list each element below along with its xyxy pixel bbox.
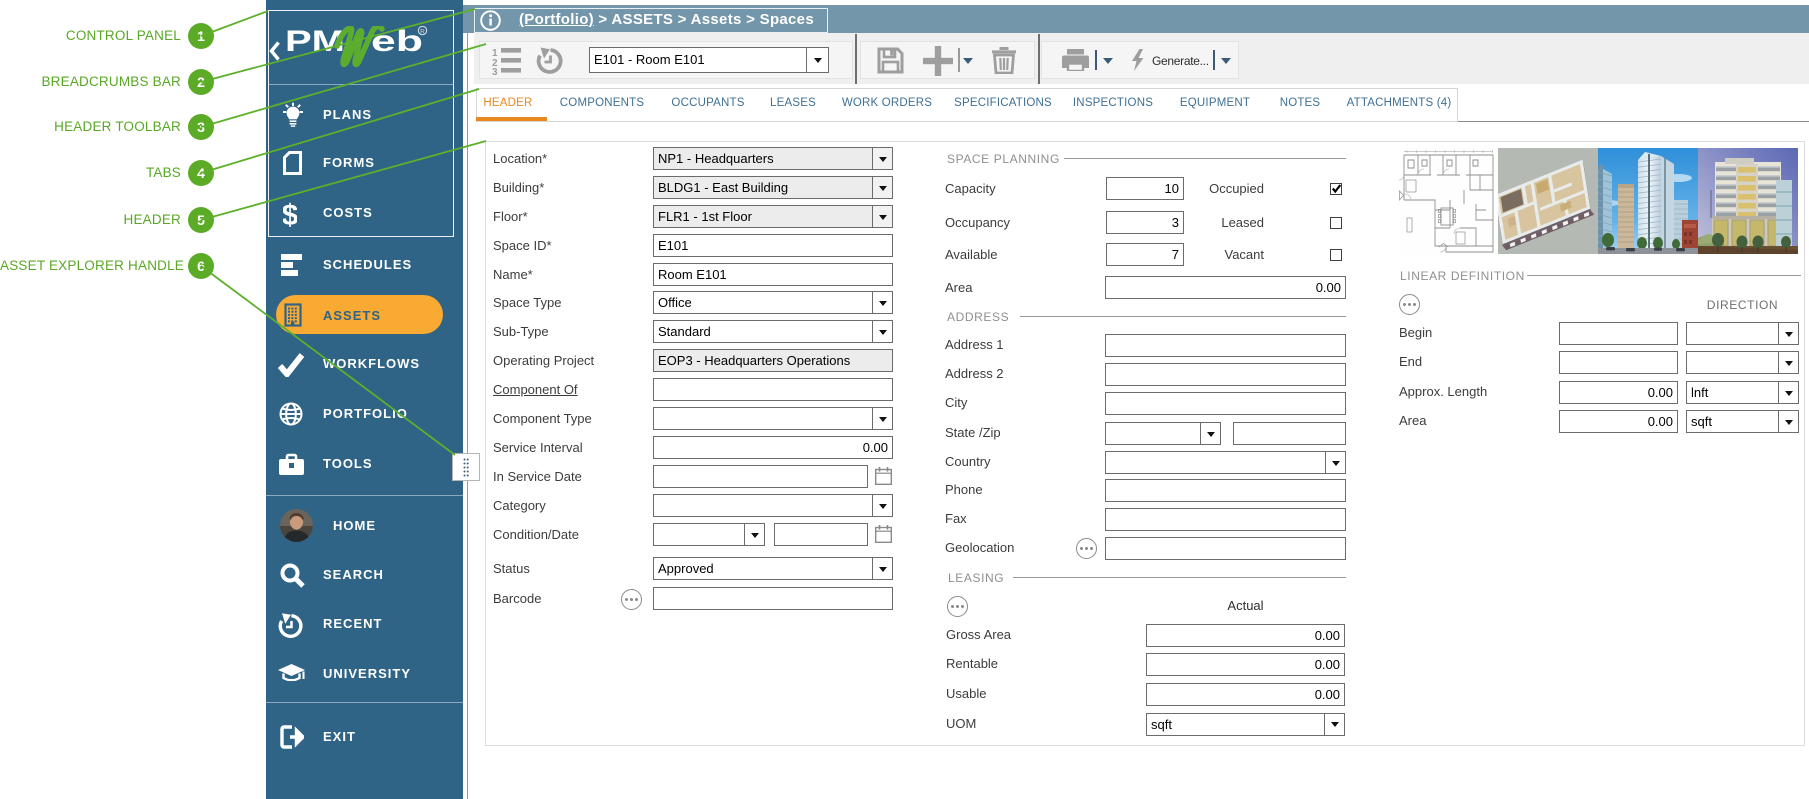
svg-text:eb: eb [371,26,423,58]
svg-text:R: R [420,28,425,35]
svg-text:$: $ [283,199,297,227]
svg-text:3: 3 [492,67,498,75]
